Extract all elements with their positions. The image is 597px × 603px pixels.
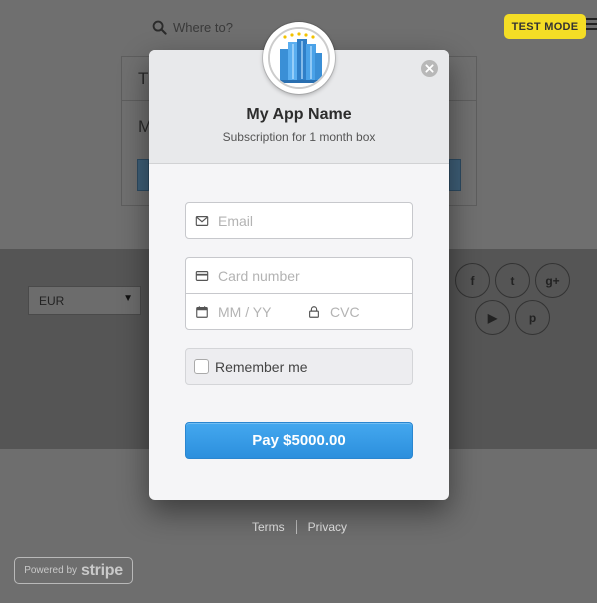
checkout-modal: My App Name Subscription for 1 month box <box>149 22 449 500</box>
destination-search[interactable]: Where to? <box>152 20 233 35</box>
card-number-field[interactable] <box>185 257 413 294</box>
link-divider <box>295 520 297 534</box>
cvc-field[interactable] <box>298 293 413 330</box>
google-plus-icon[interactable]: g+ <box>535 263 570 298</box>
lock-icon <box>309 305 319 318</box>
card-number-input[interactable] <box>218 267 412 284</box>
facebook-icon[interactable]: f <box>455 263 490 298</box>
currency-value: EUR <box>39 294 65 308</box>
powered-by-stripe-badge[interactable]: Powered by stripe <box>14 557 133 584</box>
cvc-input[interactable] <box>330 303 412 320</box>
app-logo <box>263 22 335 94</box>
email-field[interactable] <box>185 202 413 239</box>
currency-select[interactable]: EUR ▼ <box>28 286 141 315</box>
close-icon <box>425 64 434 73</box>
remember-me-toggle[interactable]: Remember me <box>185 348 413 385</box>
credit-card-icon <box>195 270 209 281</box>
hamburger-menu-icon[interactable] <box>585 18 597 32</box>
card-button-left[interactable] <box>137 159 149 191</box>
remember-me-label: Remember me <box>215 358 308 375</box>
close-button[interactable] <box>421 60 438 77</box>
search-icon <box>152 20 167 35</box>
expiry-input[interactable] <box>218 303 298 320</box>
calendar-icon <box>196 305 208 318</box>
stripe-logo: stripe <box>81 561 123 579</box>
app-name: My App Name <box>246 106 352 123</box>
envelope-icon <box>195 215 209 226</box>
pay-button[interactable]: Pay $5000.00 <box>185 422 413 459</box>
terms-link[interactable]: Terms <box>252 520 285 534</box>
youtube-icon[interactable]: ▶ <box>475 300 510 335</box>
expiry-field[interactable] <box>185 293 299 330</box>
order-description: Subscription for 1 month box <box>222 130 376 144</box>
chevron-down-icon: ▼ <box>123 293 133 304</box>
card-button-right[interactable] <box>449 159 461 191</box>
test-mode-badge: TEST MODE <box>504 14 586 39</box>
email-input[interactable] <box>218 212 412 229</box>
privacy-link[interactable]: Privacy <box>308 520 347 534</box>
remember-me-checkbox[interactable] <box>194 359 209 374</box>
twitter-icon[interactable]: t <box>495 263 530 298</box>
search-placeholder: Where to? <box>173 20 233 35</box>
powered-by-label: Powered by <box>24 565 78 576</box>
footer-links: Terms Privacy <box>252 520 347 534</box>
pinterest-icon[interactable]: p <box>515 300 550 335</box>
building-logo-icon <box>268 27 330 89</box>
